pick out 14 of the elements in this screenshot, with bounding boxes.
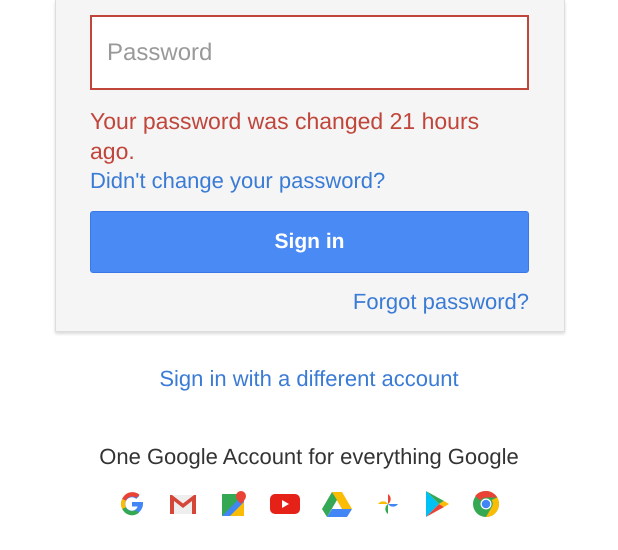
password-field[interactable]: Password [90,15,529,90]
recovery-link[interactable]: Didn't change your password? [90,168,386,193]
envelope-m-icon[interactable] [168,492,198,516]
error-message: Your password was changed 21 hours ago. [90,107,480,166]
chrome-circle-icon[interactable] [472,490,500,518]
sign-in-button[interactable]: Sign in [90,211,529,273]
g-logo-icon[interactable] [118,490,146,518]
play-triangle-icon[interactable] [424,490,450,518]
tagline: One Google Account for everything Google [99,444,519,470]
triangle-drive-icon[interactable] [322,491,352,517]
forgot-password-link[interactable]: Forgot password? [352,289,529,314]
map-pin-icon[interactable] [220,490,248,518]
play-video-icon[interactable] [270,493,300,515]
different-account-link[interactable]: Sign in with a different account [159,366,459,391]
